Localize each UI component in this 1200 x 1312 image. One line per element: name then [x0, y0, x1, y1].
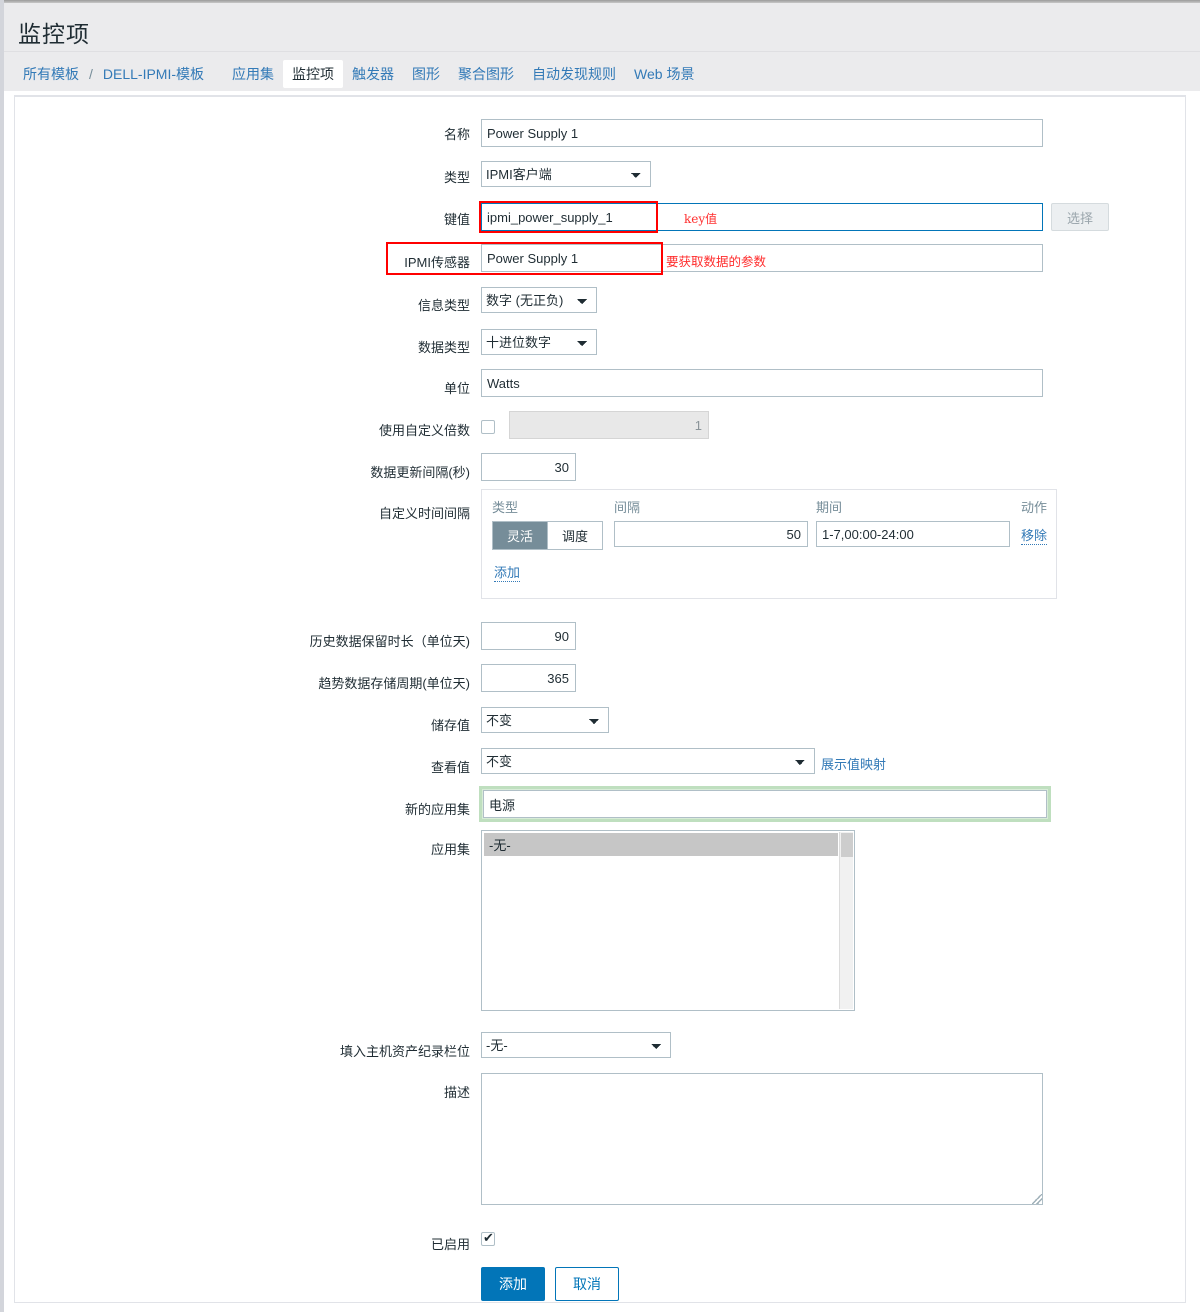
interval-remove-link[interactable]: 移除: [1021, 525, 1048, 545]
applications-listbox[interactable]: -无-: [481, 830, 855, 1011]
key-input[interactable]: [481, 203, 1043, 231]
custom-intervals-label: 自定义时间间隔: [378, 506, 470, 521]
multiplier-input[interactable]: [509, 411, 709, 439]
tab-items[interactable]: 监控项: [283, 60, 344, 88]
applications-label: 应用集: [430, 842, 470, 857]
tab-applications[interactable]: 应用集: [223, 60, 283, 88]
trends-input[interactable]: [481, 664, 576, 692]
history-input[interactable]: [481, 622, 576, 650]
name-label: 名称: [443, 127, 470, 142]
page-title: 监控项: [18, 21, 90, 47]
applications-option-none[interactable]: -无-: [484, 833, 838, 856]
history-label: 历史数据保留时长（单位天): [309, 634, 470, 649]
submit-button[interactable]: 添加: [481, 1267, 545, 1301]
tab-graphs[interactable]: 图形: [403, 60, 449, 88]
applications-listbox-thumb[interactable]: [841, 833, 853, 857]
use-multiplier-checkbox[interactable]: [481, 420, 495, 434]
description-textarea[interactable]: [481, 1073, 1043, 1205]
data-type-label: 数据类型: [417, 340, 470, 355]
header-divider: [4, 51, 1200, 52]
ci-col-action: 动作: [1021, 500, 1048, 515]
show-value-label: 查看值: [430, 760, 470, 775]
type-select[interactable]: IPMI客户端: [481, 161, 651, 187]
new-application-label: 新的应用集: [404, 802, 470, 817]
value-mapping-link[interactable]: 展示值映射: [821, 754, 886, 773]
enabled-label: 已启用: [430, 1237, 470, 1252]
applications-listbox-scrollbar[interactable]: [839, 832, 853, 1009]
name-input[interactable]: [481, 119, 1043, 147]
interval-value-input[interactable]: [614, 521, 808, 547]
tab-discovery-rules[interactable]: 自动发现规则: [523, 60, 625, 88]
ci-col-type: 类型: [492, 500, 519, 515]
update-interval-input[interactable]: [481, 453, 576, 481]
tab-triggers[interactable]: 触发器: [343, 60, 403, 88]
show-value-select[interactable]: 不变: [481, 748, 815, 774]
interval-period-input[interactable]: [816, 521, 1010, 547]
description-label: 描述: [443, 1085, 470, 1100]
ipmi-sensor-annotation-text: 要获取数据的参数: [666, 254, 767, 269]
value-type-label: 信息类型: [417, 298, 470, 313]
interval-type-flexible[interactable]: 灵活: [493, 522, 548, 549]
breadcrumb-all-templates[interactable]: 所有模板: [14, 60, 88, 88]
store-value-select[interactable]: 不变: [481, 707, 609, 733]
left-rail: [0, 0, 4, 1312]
update-interval-label: 数据更新间隔(秒): [370, 465, 470, 480]
item-form-panel: 名称 类型 IPMI客户端 键值 key值 选择 IPMI传感器 要获取数据的参…: [14, 95, 1186, 1303]
interval-add-link[interactable]: 添加: [494, 562, 521, 582]
interval-type-toggle[interactable]: 灵活 调度: [492, 521, 604, 550]
cancel-button[interactable]: 取消: [555, 1267, 619, 1301]
trends-label: 趋势数据存储周期(单位天): [318, 676, 470, 691]
store-value-label: 储存值: [430, 718, 470, 733]
key-select-button[interactable]: 选择: [1051, 203, 1109, 231]
new-application-input[interactable]: [483, 790, 1047, 818]
ci-col-interval: 间隔: [614, 500, 641, 515]
key-annotation-text: key值: [684, 212, 718, 226]
tab-screens[interactable]: 聚合图形: [449, 60, 523, 88]
use-multiplier-label: 使用自定义倍数: [378, 423, 470, 438]
ci-col-period: 期间: [816, 500, 843, 515]
key-label: 键值: [443, 212, 470, 227]
units-label: 单位: [443, 381, 470, 396]
description-resize-grip[interactable]: [1032, 1194, 1042, 1204]
type-label: 类型: [443, 170, 470, 185]
custom-intervals-table: 类型 间隔 期间 动作 灵活 调度 移除 添加: [481, 489, 1057, 599]
units-input[interactable]: [481, 369, 1043, 397]
breadcrumb-nav: 所有模板 / DELL-IPMI-模板 应用集 监控项 触发器 图形 聚合图形 …: [14, 60, 703, 88]
interval-type-scheduling[interactable]: 调度: [547, 522, 603, 549]
page-header: 监控项 所有模板 / DELL-IPMI-模板 应用集 监控项 触发器 图形 聚…: [4, 3, 1200, 91]
item-config-page: 监控项 所有模板 / DELL-IPMI-模板 应用集 监控项 触发器 图形 聚…: [0, 0, 1200, 1312]
breadcrumb-template[interactable]: DELL-IPMI-模板: [94, 60, 213, 88]
ipmi-sensor-label: IPMI传感器: [404, 255, 470, 270]
data-type-select[interactable]: 十进位数字: [481, 329, 597, 355]
enabled-checkbox[interactable]: [481, 1230, 495, 1246]
inventory-field-select[interactable]: -无-: [481, 1032, 671, 1058]
value-type-select[interactable]: 数字 (无正负): [481, 287, 597, 313]
tab-web-scenarios[interactable]: Web 场景: [625, 60, 703, 88]
inventory-field-label: 填入主机资产纪录栏位: [339, 1044, 470, 1059]
